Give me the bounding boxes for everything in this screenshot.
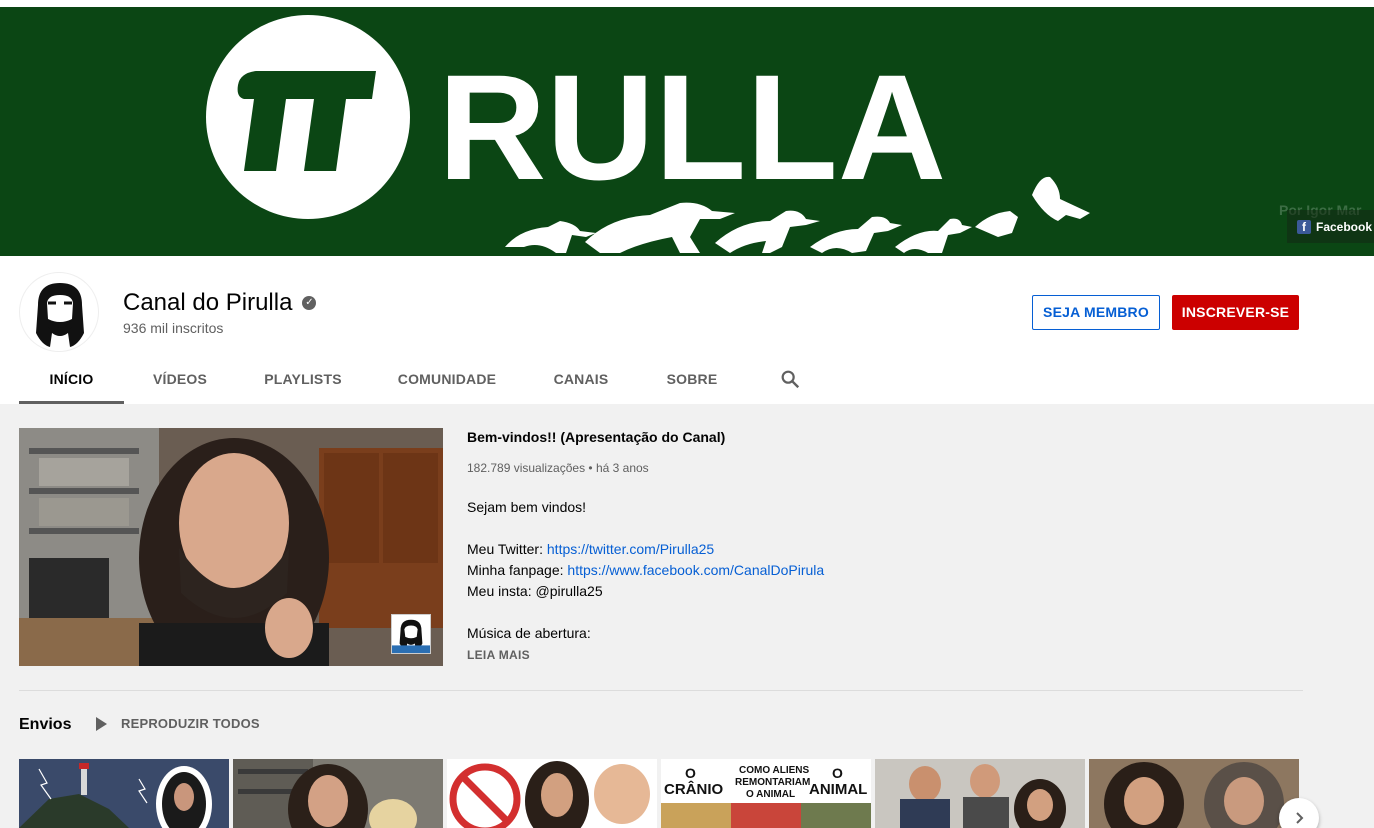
pirulla-logo-art: RULLA bbox=[206, 15, 1090, 253]
thumb4-center-line2: REMONTARIAM bbox=[735, 777, 811, 788]
facebook-link-label: Facebook bbox=[1316, 219, 1373, 234]
video-thumbnail-6[interactable] bbox=[1089, 759, 1299, 828]
play-all-button[interactable]: REPRODUZIR TODOS bbox=[96, 716, 260, 731]
thumb4-right-o: O bbox=[832, 765, 843, 781]
desc-line-fanpage: Minha fanpage: https://www.facebook.com/… bbox=[467, 560, 1267, 581]
twitter-link[interactable]: https://twitter.com/Pirulla25 bbox=[547, 541, 714, 557]
thumb4-center-line1: COMO ALIENS bbox=[739, 765, 810, 776]
chevron-right-icon bbox=[1296, 812, 1304, 824]
desc-line-music: Música de abertura: bbox=[467, 625, 591, 641]
featured-views: 182.789 visualizações bbox=[467, 461, 586, 475]
tab-videos[interactable]: VÍDEOS bbox=[139, 360, 221, 404]
play-icon bbox=[96, 716, 107, 731]
uploads-shelf-title[interactable]: Envios bbox=[19, 716, 71, 734]
thumbnail-image-5 bbox=[875, 759, 1085, 828]
video-thumbnail-4[interactable]: O CRÂNIO COMO ALIENS REMONTARIAM O ANIMA… bbox=[661, 759, 871, 828]
desc-blank-line bbox=[467, 602, 1267, 623]
tab-inicio[interactable]: INÍCIO bbox=[19, 360, 124, 404]
fanpage-label: Minha fanpage: bbox=[467, 562, 568, 578]
channel-tabs: INÍCIO VÍDEOS PLAYLISTS COMUNIDADE CANAI… bbox=[19, 360, 919, 404]
channel-header: Canal do Pirulla ✓ 936 mil inscritos SEJ… bbox=[0, 256, 1374, 404]
video-thumbnail-2[interactable] bbox=[233, 759, 443, 828]
tab-playlists[interactable]: PLAYLISTS bbox=[259, 360, 347, 404]
twitter-label: Meu Twitter: bbox=[467, 541, 547, 557]
fanpage-link[interactable]: https://www.facebook.com/CanalDoPirula bbox=[567, 562, 824, 578]
channel-avatar[interactable] bbox=[19, 272, 99, 352]
featured-description: Sejam bem vindos! Meu Twitter: https://t… bbox=[467, 497, 1267, 644]
shelf-next-button[interactable] bbox=[1279, 798, 1319, 828]
video-thumbnail-5[interactable] bbox=[875, 759, 1085, 828]
verified-icon: ✓ bbox=[302, 296, 317, 310]
desc-line-twitter: Meu Twitter: https://twitter.com/Pirulla… bbox=[467, 539, 1267, 560]
featured-video-title[interactable]: Bem-vindos!! (Apresentação do Canal) bbox=[467, 429, 725, 445]
section-divider bbox=[19, 690, 1303, 691]
thumbnail-image-1 bbox=[19, 759, 229, 828]
desc-line-welcome: Sejam bem vindos! bbox=[467, 499, 587, 515]
subscriber-count: 936 mil inscritos bbox=[123, 320, 224, 336]
thumb4-right-word: ANIMAL bbox=[809, 781, 868, 798]
avatar-face-icon bbox=[36, 283, 84, 347]
thumb4-center-line3: O ANIMAL bbox=[746, 789, 796, 800]
banner-logo-text: RULLA bbox=[438, 43, 946, 211]
read-more-button[interactable]: LEIA MAIS bbox=[467, 648, 530, 662]
search-icon[interactable] bbox=[779, 368, 801, 390]
channel-name-text: Canal do Pirulla bbox=[123, 289, 293, 316]
play-all-label: REPRODUZIR TODOS bbox=[121, 716, 260, 731]
thumb4-left-word: CRÂNIO bbox=[664, 781, 724, 798]
banner-facebook-link[interactable]: f Facebook bbox=[1287, 210, 1374, 243]
video-thumbnail-1[interactable] bbox=[19, 759, 229, 828]
thumbnail-image-3 bbox=[447, 759, 657, 828]
featured-age: há 3 anos bbox=[595, 461, 649, 475]
channel-title: Canal do Pirulla ✓ bbox=[123, 289, 317, 317]
tab-canais[interactable]: CANAIS bbox=[547, 360, 615, 404]
meta-separator: • bbox=[588, 461, 596, 475]
channel-banner: RULLA Por Igor Mar f Facebook bbox=[0, 7, 1374, 256]
tab-comunidade[interactable]: COMUNIDADE bbox=[391, 360, 503, 404]
watermark-face-icon bbox=[392, 619, 430, 653]
top-strip bbox=[0, 0, 1374, 7]
video-thumbnail-3[interactable] bbox=[447, 759, 657, 828]
featured-video-thumbnail[interactable] bbox=[19, 428, 443, 666]
desc-line-insta: Meu insta: @pirulla25 bbox=[467, 583, 603, 599]
thumb4-left-o: O bbox=[685, 765, 696, 781]
join-member-button[interactable]: SEJA MEMBRO bbox=[1032, 295, 1160, 330]
uploads-thumbnail-row: O CRÂNIO COMO ALIENS REMONTARIAM O ANIMA… bbox=[19, 759, 1299, 828]
featured-video-meta: 182.789 visualizações • há 3 anos bbox=[467, 461, 649, 475]
desc-blank-line bbox=[467, 518, 1267, 539]
subscribe-button[interactable]: INSCREVER-SE bbox=[1172, 295, 1299, 330]
facebook-icon: f bbox=[1297, 219, 1311, 234]
thumbnail-image-2 bbox=[233, 759, 443, 828]
channel-watermark[interactable] bbox=[391, 614, 431, 654]
thumbnail-image-6 bbox=[1089, 759, 1299, 828]
featured-thumbnail-image bbox=[19, 428, 443, 666]
tab-sobre[interactable]: SOBRE bbox=[660, 360, 724, 404]
